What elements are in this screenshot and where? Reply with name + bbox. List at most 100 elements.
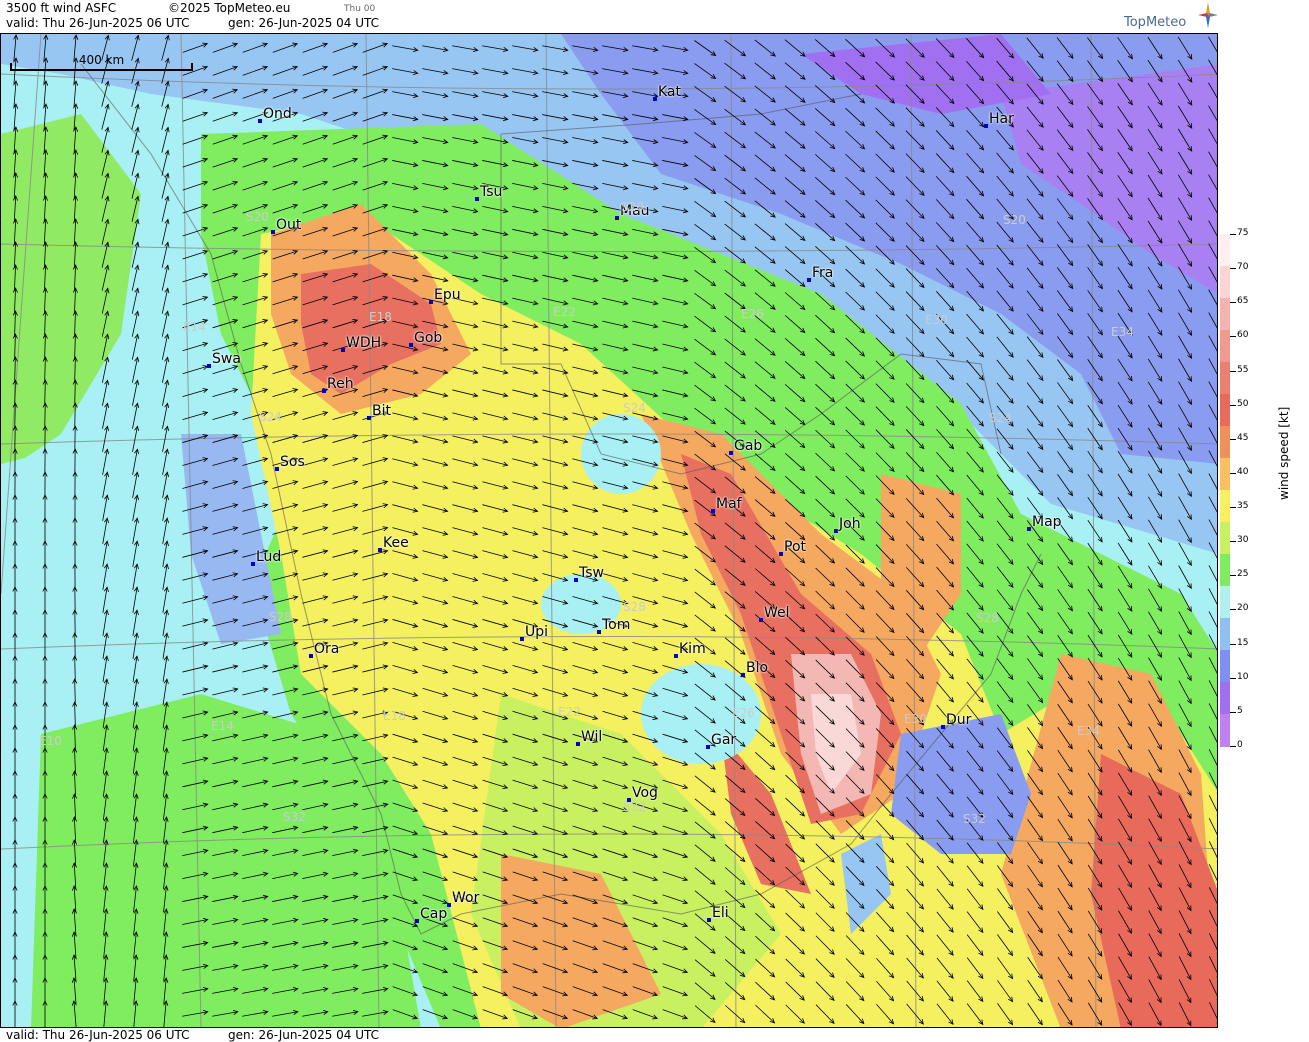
- station-label[interactable]: Gab: [734, 438, 762, 454]
- station-marker[interactable]: [574, 578, 578, 582]
- wind-arrow: [102, 793, 109, 820]
- wind-arrow: [1087, 129, 1104, 152]
- wind-arrow: [482, 596, 509, 605]
- station-label[interactable]: Kim: [679, 641, 706, 657]
- station-label[interactable]: Kee: [383, 535, 409, 551]
- wind-arrow: [1177, 105, 1193, 129]
- wind-arrow: [694, 269, 717, 287]
- station-label[interactable]: Kat: [658, 84, 681, 100]
- wind-arrow: [242, 871, 269, 879]
- station-marker[interactable]: [779, 552, 783, 556]
- station-marker[interactable]: [834, 529, 838, 533]
- station-marker[interactable]: [729, 451, 733, 455]
- station-label[interactable]: Tsu: [480, 184, 502, 200]
- station-marker[interactable]: [807, 278, 811, 282]
- wind-arrow: [602, 228, 629, 237]
- wind-arrow: [572, 343, 599, 352]
- station-label[interactable]: Fra: [812, 265, 833, 281]
- wind-arrow: [161, 356, 170, 383]
- station-label[interactable]: Gob: [414, 330, 442, 346]
- wind-arrow: [966, 152, 985, 174]
- station-marker[interactable]: [615, 216, 619, 220]
- station-marker[interactable]: [309, 654, 313, 658]
- station-label[interactable]: Gar: [711, 732, 736, 748]
- wind-arrow: [72, 379, 78, 407]
- station-label[interactable]: Vog: [632, 785, 658, 801]
- station-label[interactable]: Dur: [946, 712, 971, 728]
- wind-arrow: [212, 963, 239, 971]
- station-marker[interactable]: [741, 673, 745, 677]
- station-marker[interactable]: [207, 364, 211, 368]
- station-label[interactable]: Maf: [716, 496, 742, 512]
- station-marker[interactable]: [475, 197, 479, 201]
- station-marker[interactable]: [275, 467, 279, 471]
- station-marker[interactable]: [759, 618, 763, 622]
- station-marker[interactable]: [984, 124, 988, 128]
- station-label[interactable]: Blo: [746, 660, 768, 676]
- wind-arrow: [966, 888, 984, 911]
- station-marker[interactable]: [367, 416, 371, 420]
- wind-arrow: [662, 848, 689, 859]
- wind-arrow: [42, 425, 48, 453]
- station-label[interactable]: WDH: [346, 335, 381, 351]
- station-label[interactable]: Joh: [839, 516, 861, 532]
- wind-arrow: [724, 177, 747, 195]
- station-marker[interactable]: [674, 654, 678, 658]
- station-marker[interactable]: [409, 343, 413, 347]
- station-label[interactable]: Reh: [327, 376, 354, 392]
- station-label[interactable]: Bit: [372, 403, 391, 419]
- station-label[interactable]: Ond: [263, 106, 292, 122]
- wind-arrow: [724, 591, 746, 609]
- station-label[interactable]: Har: [989, 111, 1014, 127]
- wind-map[interactable]: 400 km Ond Kat Har Tsu Out Mau Fra Epu Gob WDH Swa…: [0, 33, 1218, 1028]
- station-label[interactable]: Lud: [256, 549, 281, 565]
- station-marker[interactable]: [597, 630, 601, 634]
- station-marker[interactable]: [653, 97, 657, 101]
- wind-arrow: [42, 471, 48, 499]
- station-marker[interactable]: [415, 919, 419, 923]
- wind-arrow: [815, 751, 835, 771]
- station-label[interactable]: Tom: [602, 617, 630, 633]
- station-marker[interactable]: [429, 300, 433, 304]
- wind-arrow: [131, 287, 140, 314]
- station-label[interactable]: Wil: [581, 729, 602, 745]
- station-marker[interactable]: [711, 509, 715, 513]
- station-marker[interactable]: [520, 637, 524, 641]
- station-marker[interactable]: [707, 918, 711, 922]
- wind-arrow: [815, 177, 836, 196]
- wind-arrow: [815, 912, 835, 932]
- station-label[interactable]: Swa: [212, 351, 241, 367]
- wind-arrow: [161, 103, 170, 130]
- station-marker[interactable]: [341, 348, 345, 352]
- station-label[interactable]: Map: [1032, 514, 1062, 530]
- station-marker[interactable]: [258, 119, 262, 123]
- station-label[interactable]: Sos: [280, 454, 305, 470]
- station-marker[interactable]: [1027, 527, 1031, 531]
- station-marker[interactable]: [941, 725, 945, 729]
- station-label[interactable]: Cap: [420, 906, 447, 922]
- wind-arrow: [1208, 703, 1217, 725]
- wind-arrow: [694, 86, 717, 103]
- station-label[interactable]: Wor: [452, 890, 479, 906]
- wind-arrow: [784, 131, 806, 149]
- wind-arrow: [784, 154, 806, 172]
- station-label[interactable]: Upi: [525, 624, 548, 640]
- wind-arrow: [132, 678, 139, 705]
- station-label[interactable]: Epu: [434, 287, 461, 303]
- wind-arrow: [422, 183, 449, 191]
- station-marker[interactable]: [251, 562, 255, 566]
- station-label[interactable]: Eli: [712, 905, 729, 921]
- wind-arrow: [242, 65, 269, 76]
- station-label[interactable]: Ora: [314, 641, 339, 657]
- station-marker[interactable]: [576, 742, 580, 746]
- station-label[interactable]: Out: [276, 217, 301, 233]
- station-label[interactable]: Tsw: [579, 565, 604, 581]
- station-marker[interactable]: [706, 745, 710, 749]
- station-marker[interactable]: [322, 389, 326, 393]
- station-marker[interactable]: [447, 903, 451, 907]
- station-marker[interactable]: [271, 230, 275, 234]
- station-marker[interactable]: [378, 548, 382, 552]
- wind-arrow: [102, 655, 109, 682]
- station-label[interactable]: Wel: [764, 605, 790, 621]
- station-label[interactable]: Pot: [784, 539, 806, 555]
